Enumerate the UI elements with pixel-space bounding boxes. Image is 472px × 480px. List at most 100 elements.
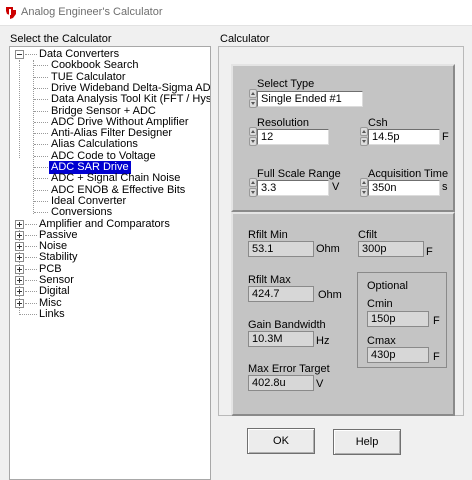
ok-button[interactable]: OK — [247, 428, 315, 454]
spin-down-icon[interactable] — [249, 188, 257, 197]
expand-plus-icon[interactable] — [15, 253, 24, 262]
tree-item[interactable]: Alias Calculations — [10, 138, 210, 150]
help-button[interactable]: Help — [333, 429, 401, 455]
tree-item[interactable]: Stability — [10, 251, 210, 263]
spin-down-icon[interactable] — [249, 137, 257, 146]
acquisition-time-label: Acquisition Time — [368, 168, 449, 180]
tree-connector — [25, 291, 37, 292]
full-scale-range-field[interactable]: 3.3 — [257, 180, 329, 196]
tree-connector — [25, 54, 37, 55]
optional-group-title: Optional — [367, 280, 408, 292]
gain-bandwidth-label: Gain Bandwidth — [248, 319, 326, 331]
tree-connector — [34, 156, 48, 157]
calculator-label: Calculator — [220, 33, 270, 45]
collapse-minus-icon[interactable] — [15, 50, 24, 59]
gain-bandwidth-unit: Hz — [316, 335, 330, 347]
calculator-tree[interactable]: Data Converters Cookbook Search TUE Calcul… — [9, 46, 211, 480]
tree-connector — [34, 201, 48, 202]
tree-connector — [34, 77, 48, 78]
full-scale-range-unit: V — [332, 181, 340, 193]
tree-connector — [25, 280, 37, 281]
resolution-field[interactable]: 12 — [257, 129, 329, 145]
tree-connector — [34, 167, 48, 168]
csh-unit: F — [442, 131, 449, 143]
window-title: Analog Engineer's Calculator — [21, 6, 163, 18]
tree-item[interactable]: Digital — [10, 285, 210, 297]
expand-plus-icon[interactable] — [15, 242, 24, 251]
max-error-target-value: 402.8u — [248, 375, 314, 391]
cmax-unit: F — [433, 351, 440, 363]
expand-plus-icon[interactable] — [15, 287, 24, 296]
tree-connector — [34, 99, 48, 100]
tree-connector — [34, 88, 48, 89]
tree-connector — [34, 178, 48, 179]
tree-connector — [25, 303, 37, 304]
select-type-label: Select Type — [257, 78, 315, 90]
select-calculator-label: Select the Calculator — [10, 33, 112, 45]
acquisition-time-spinner[interactable] — [360, 178, 368, 198]
csh-spinner[interactable] — [360, 127, 368, 147]
spin-up-icon[interactable] — [360, 178, 368, 187]
tree-connector — [34, 212, 48, 213]
cmin-label: Cmin — [367, 298, 393, 310]
cmax-value: 430p — [367, 347, 429, 363]
select-type-field[interactable]: Single Ended #1 — [257, 91, 363, 107]
expand-plus-icon[interactable] — [15, 276, 24, 285]
spin-down-icon[interactable] — [249, 99, 257, 108]
title-bar: Analog Engineer's Calculator — [0, 0, 472, 26]
cfilt-label: Cfilt — [358, 229, 377, 241]
select-type-spinner[interactable] — [249, 89, 257, 109]
rfilt-min-value: 53.1 — [248, 241, 314, 257]
tree-item[interactable]: Links — [10, 308, 210, 321]
gain-bandwidth-value: 10.3M — [248, 331, 314, 347]
spin-up-icon[interactable] — [249, 89, 257, 98]
expand-plus-icon[interactable] — [15, 220, 24, 229]
tree-connector — [25, 246, 37, 247]
resolution-label: Resolution — [257, 117, 309, 129]
ti-logo-icon — [6, 7, 16, 19]
tree-connector — [20, 314, 37, 315]
spin-up-icon[interactable] — [360, 127, 368, 136]
rfilt-max-value: 424.7 — [248, 286, 314, 302]
rfilt-min-unit: Ohm — [316, 243, 340, 255]
full-scale-range-label: Full Scale Range — [257, 168, 341, 180]
resolution-spinner[interactable] — [249, 127, 257, 147]
acquisition-time-unit: s — [442, 181, 448, 193]
full-scale-range-spinner[interactable] — [249, 178, 257, 198]
cmin-value: 150p — [367, 311, 429, 327]
csh-label: Csh — [368, 117, 388, 129]
tree-item[interactable]: Cookbook Search — [10, 59, 210, 71]
tree-connector — [34, 133, 48, 134]
tree-connector — [34, 111, 48, 112]
spin-up-icon[interactable] — [249, 178, 257, 187]
spin-up-icon[interactable] — [249, 127, 257, 136]
spin-down-icon[interactable] — [360, 137, 368, 146]
tree-item[interactable]: ADC + Signal Chain Noise — [10, 172, 210, 184]
rfilt-max-unit: Ohm — [318, 289, 342, 301]
cfilt-value: 300p — [358, 241, 424, 257]
tree-item[interactable]: Conversions — [10, 206, 210, 218]
expand-plus-icon[interactable] — [15, 299, 24, 308]
expand-plus-icon[interactable] — [15, 265, 24, 274]
tree-connector — [34, 144, 48, 145]
max-error-target-unit: V — [316, 378, 324, 390]
cfilt-unit: F — [426, 246, 433, 258]
cmin-unit: F — [433, 315, 440, 327]
cmax-label: Cmax — [367, 335, 396, 347]
tree-connector — [25, 235, 37, 236]
tree-connector — [25, 257, 37, 258]
tree-connector — [25, 269, 37, 270]
csh-field[interactable]: 14.5p — [368, 129, 440, 145]
rfilt-min-label: Rfilt Min — [248, 229, 288, 241]
expand-plus-icon[interactable] — [15, 231, 24, 240]
tree-connector — [34, 65, 48, 66]
acquisition-time-field[interactable]: 350n — [368, 180, 440, 196]
tree-connector — [25, 224, 37, 225]
tree-item[interactable]: Data Analysis Tool Kit (FFT / Hyst) — [10, 93, 210, 105]
rfilt-max-label: Rfilt Max — [248, 274, 291, 286]
spin-down-icon[interactable] — [360, 188, 368, 197]
tree-connector — [34, 122, 48, 123]
max-error-target-label: Max Error Target — [248, 363, 330, 375]
tree-item-label[interactable]: Links — [37, 308, 67, 321]
tree-connector — [34, 190, 48, 191]
